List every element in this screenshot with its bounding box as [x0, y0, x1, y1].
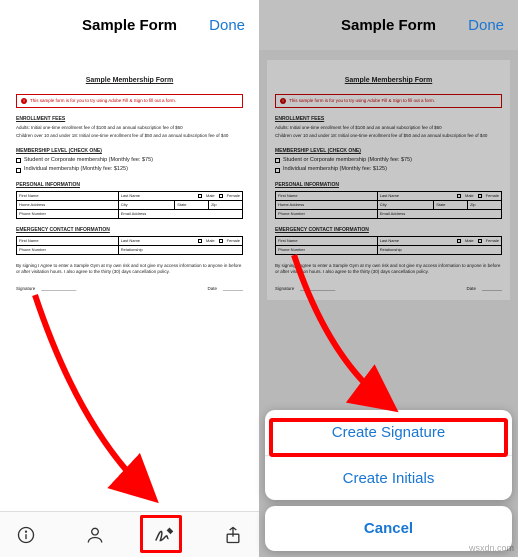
share-icon: [223, 525, 243, 545]
document-page: Sample Membership Form ! This sample for…: [8, 60, 251, 300]
pane-left: Sample Form Done Sample Membership Form …: [0, 0, 259, 557]
notice-banner: ! This sample form is for you to try usi…: [16, 94, 243, 108]
cell-e-rel: Relationship: [118, 246, 242, 255]
personal-table: First Name Last Name Male Female Home Ad…: [16, 191, 243, 219]
section-personal-title: PERSONAL INFORMATION: [16, 182, 243, 189]
share-button[interactable]: [219, 521, 247, 549]
signature-row: Signature______________ Date________: [16, 286, 243, 292]
cell-city: City: [118, 201, 175, 210]
cell-e-last: Last Name Male Female: [118, 237, 242, 246]
comment-icon: [16, 525, 36, 545]
page-title: Sample Form: [341, 17, 436, 34]
checkbox-icon[interactable]: [198, 239, 202, 243]
header-right: Sample Form Done: [259, 0, 518, 50]
done-button[interactable]: Done: [209, 17, 245, 34]
cell-state: State: [175, 201, 209, 210]
alert-icon: !: [21, 98, 27, 104]
create-initials-button[interactable]: Create Initials: [265, 455, 512, 500]
action-sheet: Create Signature Create Initials Cancel: [259, 410, 518, 557]
checkbox-option[interactable]: Individual membership (Monthly fee: $125…: [16, 166, 243, 174]
section-fees-title: ENROLLMENT FEES: [16, 116, 243, 123]
cell-e-phone: Phone Number: [17, 246, 119, 255]
page-title: Sample Form: [82, 17, 177, 34]
annotation-highlight-box: [140, 515, 182, 553]
person-icon: [85, 525, 105, 545]
toolbar: [0, 511, 259, 557]
document-viewport[interactable]: Sample Membership Form ! This sample for…: [0, 50, 259, 511]
fees-line2: Children over 10 and under 18: Initial o…: [16, 133, 243, 139]
cell-last-name: Last Name Male Female: [118, 192, 242, 201]
checkbox-option[interactable]: Student or Corporate membership (Monthly…: [16, 157, 243, 165]
cell-home-address: Home Address: [17, 201, 119, 210]
section-level-title: MEMBERSHIP LEVEL (CHECK ONE): [16, 148, 243, 155]
notice-text: This sample form is for you to try using…: [30, 98, 176, 104]
section-emergency-title: EMERGENCY CONTACT INFORMATION: [16, 227, 243, 234]
checkbox-icon[interactable]: [219, 239, 223, 243]
cell-email: Email Address: [118, 210, 242, 219]
cell-first-name: First Name: [17, 192, 119, 201]
checkbox-icon: [16, 168, 21, 173]
doc-title: Sample Membership Form: [16, 76, 243, 86]
checkbox-icon[interactable]: [219, 194, 223, 198]
checkbox-icon: [16, 158, 21, 163]
cell-phone: Phone Number: [17, 210, 119, 219]
pane-right: Sample Form Done Sample Membership Form …: [259, 0, 518, 557]
checkbox-icon[interactable]: [198, 194, 202, 198]
document-page: Sample Membership Form !This sample form…: [267, 60, 510, 300]
annotation-highlight-box: [269, 418, 508, 457]
emergency-table: First Name Last Name Male Female Phone N…: [16, 236, 243, 255]
watermark: wsxdn.com: [469, 543, 514, 553]
header-left: Sample Form Done: [0, 0, 259, 50]
cell-e-first: First Name: [17, 237, 119, 246]
fees-line1: Adults: Initial one-time enrollment fee …: [16, 125, 243, 131]
profile-button[interactable]: [81, 521, 109, 549]
cell-zip: Zip: [209, 201, 243, 210]
done-button[interactable]: Done: [468, 17, 504, 34]
agreement-text: By signing I Agree to enter a Sample Gym…: [16, 263, 243, 276]
alert-icon: !: [280, 98, 286, 104]
comment-button[interactable]: [12, 521, 40, 549]
